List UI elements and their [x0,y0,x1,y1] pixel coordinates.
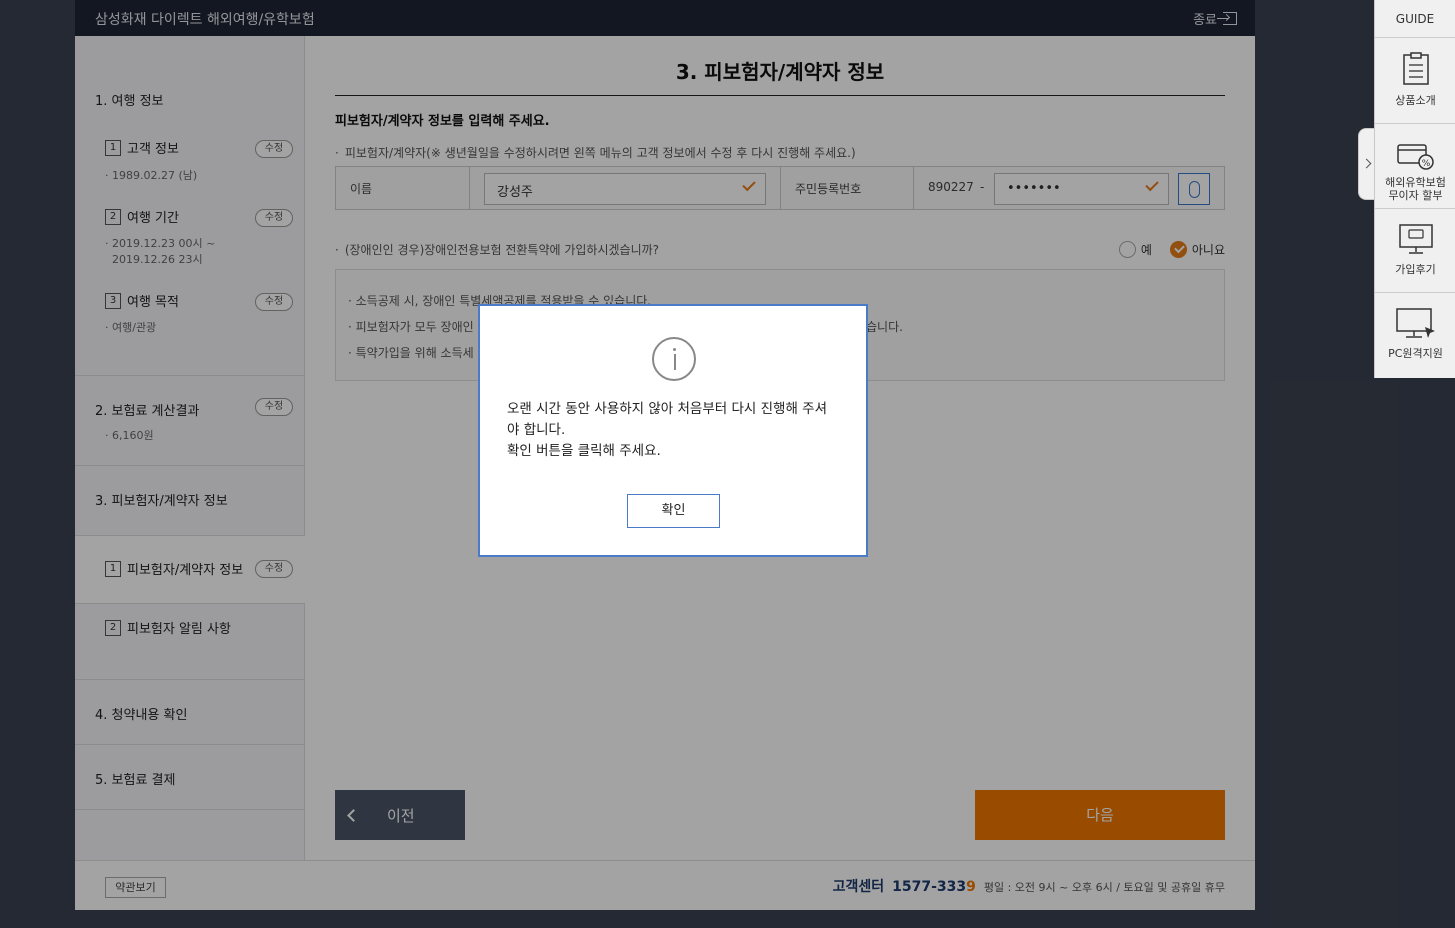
monitor-chat-icon [1398,224,1433,254]
svg-text:%: % [1421,159,1430,169]
card-percent-icon: % [1396,144,1434,170]
guide-item-remote-support[interactable]: PC원격지원 [1375,293,1455,378]
monitor-cursor-icon [1395,308,1435,338]
guide-panel: GUIDE 상품소개 % 해외유학보험 무이자 할부 가입후기 PC원격지원 [1374,0,1455,378]
clipboard-icon [1402,52,1429,85]
confirm-button[interactable]: 확인 [627,494,720,528]
guide-item-product[interactable]: 상품소개 [1375,38,1455,124]
guide-toggle-button[interactable] [1358,128,1375,200]
info-icon [652,337,696,381]
guide-heading: GUIDE [1375,0,1455,38]
session-timeout-dialog: 오랜 시간 동안 사용하지 않아 처음부터 다시 진행해 주셔 야 합니다. 확… [478,304,868,557]
chevron-right-icon [1361,158,1372,169]
guide-item-review[interactable]: 가입후기 [1375,209,1455,293]
dialog-message: 오랜 시간 동안 사용하지 않아 처음부터 다시 진행해 주셔 야 합니다. 확… [507,401,827,459]
guide-item-installment[interactable]: % 해외유학보험 무이자 할부 [1375,124,1455,209]
